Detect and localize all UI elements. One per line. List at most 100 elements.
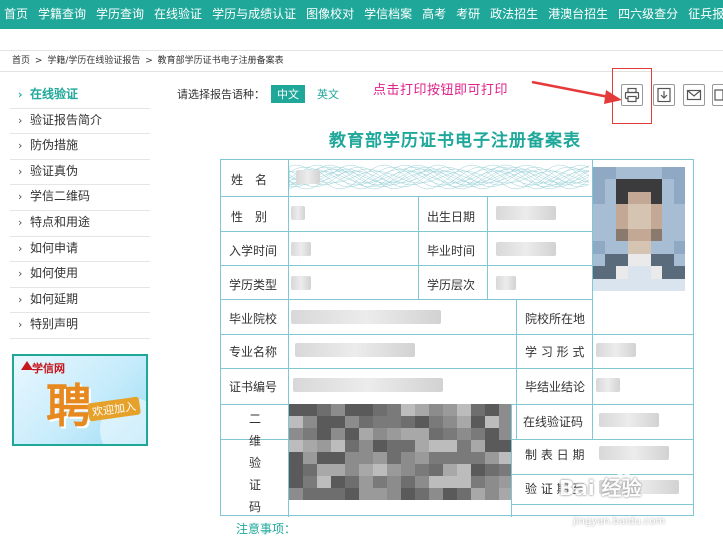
qr-pixel	[415, 476, 429, 488]
download-button[interactable]	[653, 84, 675, 106]
sidebar-item[interactable]: › 如何使用	[10, 261, 150, 287]
sidebar-item[interactable]: › 验证真伪	[10, 159, 150, 185]
qr-pixel	[289, 488, 303, 500]
qr-pixel	[303, 476, 317, 488]
qr-pixel	[359, 464, 373, 476]
photo-pixel	[593, 241, 605, 254]
more-button[interactable]	[712, 84, 723, 106]
qr-pixel	[457, 404, 471, 416]
qr-pixel	[387, 488, 401, 500]
nav-item[interactable]: 图像校对	[301, 0, 359, 29]
photo-pixel	[662, 179, 674, 192]
qr-pixel	[373, 416, 387, 428]
nav-item[interactable]: 学历查询	[91, 0, 149, 29]
qr-pixel	[443, 488, 457, 500]
qr-pixel	[457, 428, 471, 440]
sidebar-item[interactable]: › 防伪措施	[10, 133, 150, 159]
qr-pixel	[317, 452, 331, 464]
breadcrumb-section[interactable]: 学籍/学历在线验证报告	[47, 56, 140, 66]
photo-pixel	[593, 204, 605, 217]
qr-pixel	[429, 440, 443, 452]
qr-pixel	[415, 452, 429, 464]
photo-pixel	[639, 266, 651, 279]
qr-pixel	[345, 404, 359, 416]
table-grid-line	[593, 368, 693, 369]
field-label-qr-char: 证	[249, 478, 262, 492]
qr-pixel	[429, 488, 443, 500]
qr-pixel	[359, 488, 373, 500]
photo-pixel	[593, 179, 605, 192]
redacted-value	[599, 446, 669, 460]
photo-pixel	[604, 229, 616, 242]
field-label-cert-no: 证书编号	[229, 380, 278, 394]
more-icon	[714, 89, 723, 101]
photo-pixel	[627, 278, 639, 291]
nav-item[interactable]: 四六级查分	[613, 0, 683, 29]
nav-item[interactable]: 学籍查询	[33, 0, 91, 29]
field-label-made-date: 制 表 日 期	[525, 448, 585, 462]
security-pattern	[289, 164, 589, 190]
download-icon	[657, 87, 671, 103]
email-button[interactable]	[683, 84, 705, 106]
qr-pixel	[345, 464, 359, 476]
qr-pixel	[415, 416, 429, 428]
photo-pixel	[673, 191, 685, 205]
language-prompt: 请选择报告语种：	[177, 88, 265, 101]
lang-english-button[interactable]: 英文	[311, 85, 345, 103]
nav-item[interactable]: 首页	[0, 0, 33, 29]
sidebar-item[interactable]: › 特别声明	[10, 312, 150, 338]
redacted-value	[596, 378, 620, 392]
nav-item[interactable]: 港澳台招生	[543, 0, 613, 29]
photo-pixel	[639, 278, 651, 291]
photo-pixel	[616, 204, 628, 217]
recruitment-banner[interactable]: 学信网 聘 欢迎加入	[12, 354, 148, 446]
qr-pixel	[331, 416, 345, 428]
sidebar-item[interactable]: › 特点和用途	[10, 210, 150, 236]
sidebar-item-label: 防伪措施	[30, 138, 79, 153]
sidebar-divider	[10, 338, 150, 339]
qr-pixel	[457, 416, 471, 428]
photo-pixel	[616, 179, 628, 192]
nav-item[interactable]: 征兵报名	[683, 0, 723, 29]
print-button[interactable]	[621, 84, 643, 106]
field-label-enroll: 入学时间	[229, 244, 278, 258]
qr-pixel	[485, 464, 499, 476]
photo-pixel	[593, 253, 605, 267]
nav-item[interactable]: 学历与成绩认证	[207, 0, 301, 29]
sidebar-item[interactable]: › 如何延期	[10, 287, 150, 313]
qr-pixel	[401, 440, 415, 452]
sidebar-item[interactable]: › 学信二维码	[10, 184, 150, 210]
photo-pixel	[673, 167, 685, 180]
photo-pixel	[673, 204, 685, 217]
sidebar: › 在线验证 › 验证报告简介 › 防伪措施 › 验证真伪 › 学信二维码 › 特点和用途 › 如何申请 ›…	[10, 82, 150, 339]
sidebar-item[interactable]: › 验证报告简介	[10, 108, 150, 134]
field-label-qr-char: 维	[249, 434, 262, 448]
sidebar-item[interactable]: › 在线验证	[10, 82, 150, 108]
chevron-right-icon: ›	[18, 88, 23, 101]
qr-pixel	[317, 464, 331, 476]
photo-pixel	[593, 229, 605, 242]
lang-chinese-button[interactable]: 中文	[271, 85, 305, 103]
qr-pixel	[289, 428, 303, 440]
photo-pixel	[593, 216, 605, 229]
qr-pixel	[471, 476, 485, 488]
watermark-url: jingyan.baidu.com	[573, 516, 666, 527]
qr-pixel	[303, 452, 317, 464]
qr-pixel	[415, 464, 429, 476]
photo-pixel	[593, 167, 605, 180]
photo-pixel	[616, 191, 628, 205]
photo-pixel	[673, 179, 685, 192]
nav-item[interactable]: 政法招生	[485, 0, 543, 29]
breadcrumb-home[interactable]: 首页	[12, 56, 30, 66]
sidebar-item[interactable]: › 如何申请	[10, 236, 150, 262]
nav-item[interactable]: 考研	[451, 0, 485, 29]
qr-pixel	[471, 416, 485, 428]
nav-item[interactable]: 在线验证	[149, 0, 207, 29]
photo-pixel	[650, 179, 662, 192]
qr-pixel	[331, 488, 345, 500]
photo-pixel	[639, 241, 651, 254]
nav-item[interactable]: 高考	[417, 0, 451, 29]
qr-pixel	[471, 488, 485, 500]
nav-item[interactable]: 学信档案	[359, 0, 417, 29]
photo-pixel	[593, 191, 605, 205]
